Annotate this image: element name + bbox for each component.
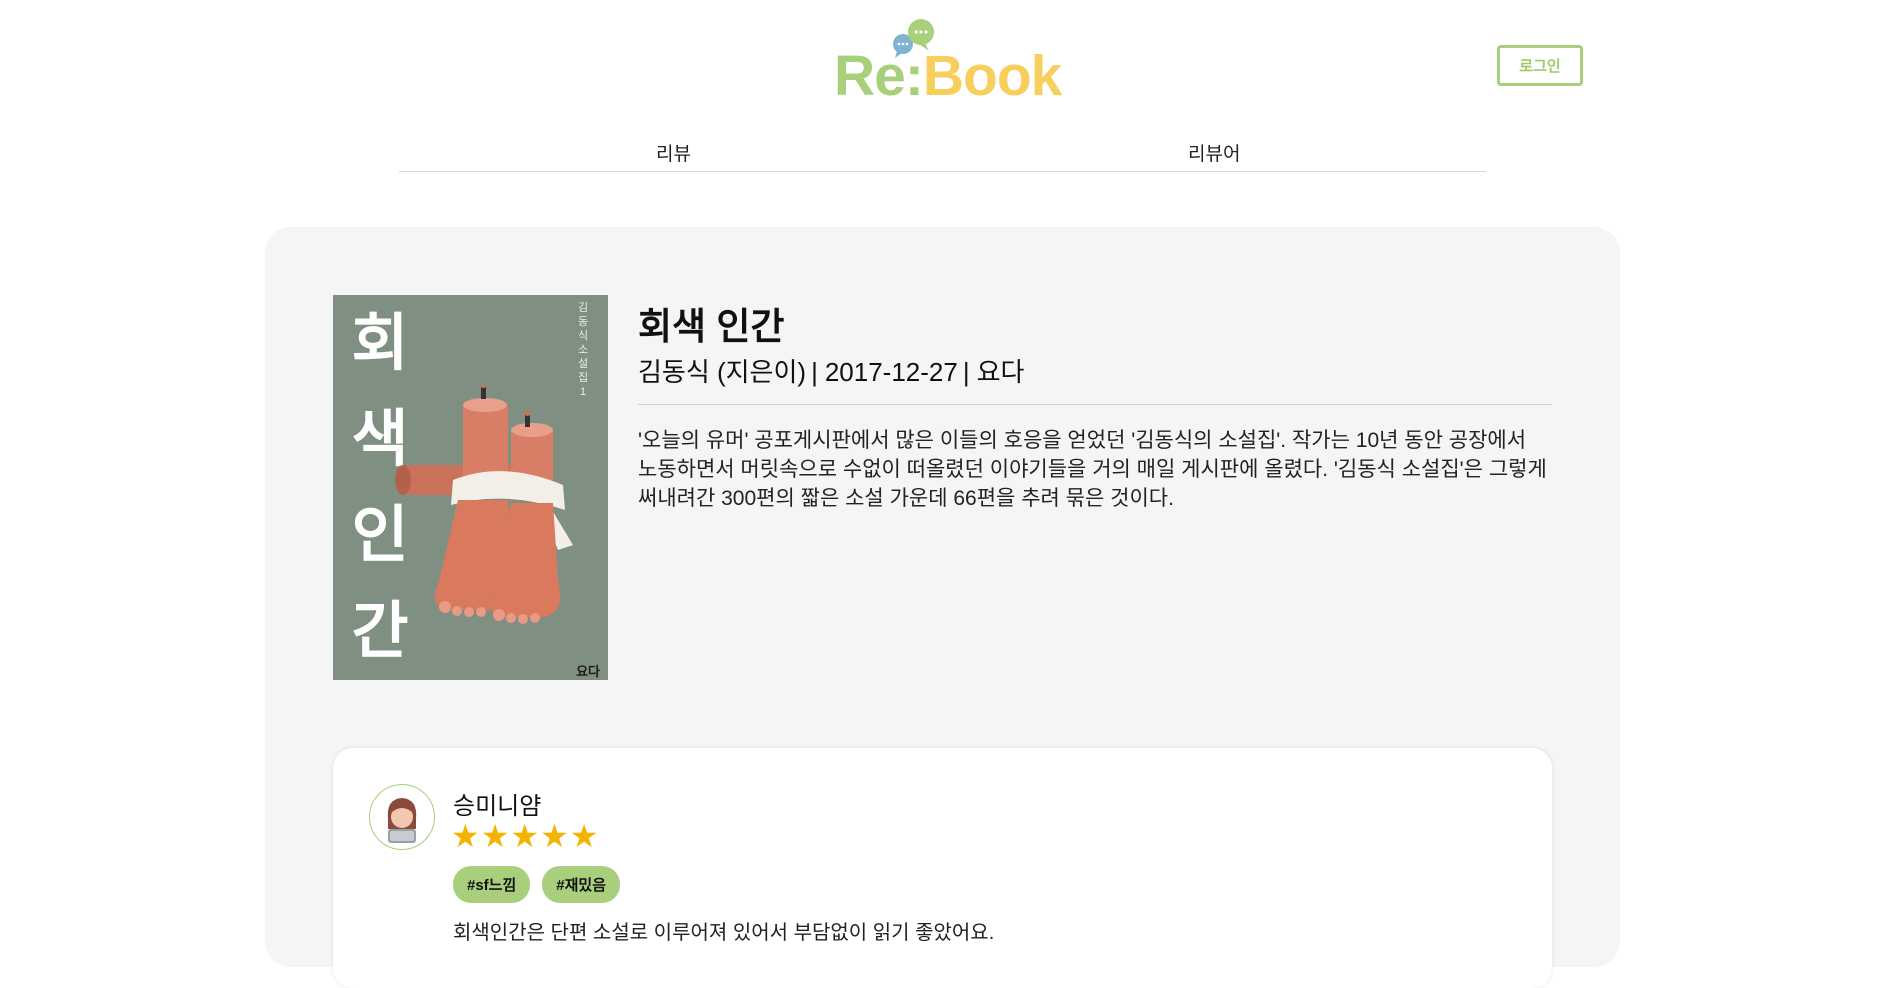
login-button[interactable]: 로그인	[1497, 45, 1583, 86]
rebook-logo[interactable]: Re:Book	[834, 18, 1062, 108]
cover-title-char: 회	[351, 306, 409, 379]
review-text: 회색인간은 단편 소설로 이루어져 있어서 부담없이 읽기 좋았어요.	[453, 922, 995, 944]
book-detail-panel: 회 색 인 간 김동식 소설집 1 요다 회색 인간 김동식 (지은이) | 2…	[265, 227, 1620, 988]
cover-illustration	[395, 385, 573, 624]
nav-item-reviewer[interactable]: 리뷰어	[1188, 139, 1240, 166]
avatar[interactable]	[369, 784, 435, 850]
divider	[638, 404, 1552, 405]
tag-chip[interactable]: #재밌음	[542, 866, 621, 903]
tag-chip[interactable]: #sf느낌	[453, 866, 531, 903]
book-description: '오늘의 유머' 공포게시판에서 많은 이들의 호응을 얻었던 '김동식의 소설…	[638, 429, 1547, 510]
logo-book: Book	[922, 44, 1062, 108]
reviewer-name[interactable]: 승미니얌	[453, 786, 541, 821]
cover-publisher-mark: 요다	[576, 664, 600, 679]
rating-stars: ★★★★★	[451, 818, 600, 854]
book-cover: 회 색 인 간 김동식 소설집 1 요다	[333, 295, 608, 680]
book-meta: 김동식 (지은이) | 2017-12-27 | 요다	[638, 352, 1024, 389]
book-author: 김동식 (지은이)	[638, 357, 807, 387]
nav-item-review[interactable]: 리뷰	[656, 139, 691, 166]
logo-re: Re	[834, 44, 906, 108]
book-date: 2017-12-27	[824, 357, 958, 387]
main-nav: 리뷰 리뷰어	[399, 133, 1486, 172]
avatar-illustration	[387, 798, 417, 843]
book-title: 회색 인간	[638, 306, 785, 347]
logo-colon: :	[904, 44, 924, 108]
review-tags: #sf느낌 #재밌음	[453, 866, 621, 903]
review-card[interactable]: 승미니얌 ★★★★★ #sf느낌 #재밌음 회색인간은 단편 소설로 이루어져 …	[333, 748, 1552, 988]
meta-separator: |	[811, 357, 818, 387]
logo-wordmark: Re:Book	[834, 48, 1062, 105]
meta-separator: |	[962, 357, 970, 387]
book-publisher: 요다	[976, 357, 1025, 387]
